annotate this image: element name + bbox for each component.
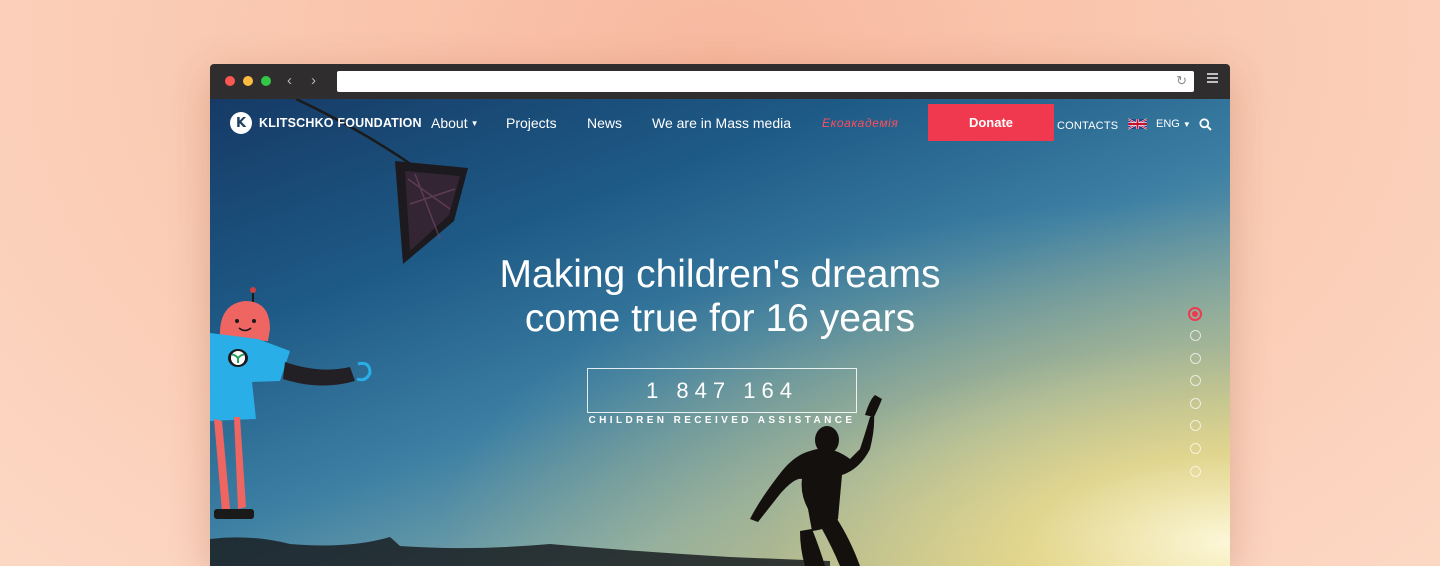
slide-dot-2[interactable] — [1189, 330, 1201, 341]
logo[interactable]: K KLITSCHKO FOUNDATION — [230, 112, 422, 134]
chevron-down-icon: ▼ — [1182, 119, 1191, 129]
nav-item-eco-academy[interactable]: Екоакадемія — [822, 116, 898, 130]
slide-dot-6[interactable] — [1189, 420, 1201, 432]
language-selector[interactable]: ENG ▼ — [1128, 118, 1191, 130]
back-icon[interactable]: ‹ — [287, 72, 292, 90]
logo-icon: K — [230, 112, 252, 134]
donate-label: Donate — [968, 115, 1014, 130]
contacts-link[interactable]: CONTACTS — [1057, 120, 1118, 132]
nav-item-about[interactable]: About ▼ — [431, 115, 479, 132]
browser-toolbar: ‹ › ↻ — [210, 64, 1230, 99]
forward-icon[interactable]: › — [311, 72, 316, 90]
close-window-button[interactable] — [225, 76, 235, 86]
slide-dot-3[interactable] — [1189, 352, 1201, 364]
counter-value: 1 847 164 — [646, 377, 798, 403]
nav-item-projects[interactable]: Projects — [506, 115, 557, 131]
ground-silhouette — [210, 537, 830, 566]
menu-icon[interactable] — [1207, 73, 1218, 85]
search-icon[interactable] — [1199, 118, 1212, 131]
nav-item-news[interactable]: News — [587, 115, 622, 131]
slide-dot-4[interactable] — [1189, 375, 1201, 387]
slide-dot-7[interactable] — [1189, 442, 1201, 454]
logo-text: KLITSCHKO FOUNDATION — [259, 116, 422, 130]
maximize-window-button[interactable] — [261, 76, 271, 86]
headline-line-2: come true for 16 years — [524, 297, 916, 340]
nav-item-mass-media[interactable]: We are in Mass media — [652, 115, 791, 131]
headline-line-1: Making children's dreams — [499, 253, 941, 296]
flag-uk-icon — [1128, 118, 1147, 130]
assistance-counter: 1 847 164 — [587, 368, 857, 413]
chevron-down-icon: ▼ — [470, 119, 479, 128]
nav-item-label: About — [431, 115, 468, 131]
hero-headline: Making children's dreams come true for 1… — [420, 253, 1020, 341]
browser-window: ‹ › ↻ K KLITSCHKO FOUNDATION About ▼ Pro… — [210, 64, 1230, 566]
hero-section: K KLITSCHKO FOUNDATION About ▼ Projects N… — [210, 99, 1230, 566]
slide-dot-1[interactable] — [1188, 307, 1202, 321]
slide-dot-5[interactable] — [1189, 397, 1201, 409]
language-label: ENG — [1156, 118, 1180, 130]
robot-illustration — [210, 287, 372, 519]
minimize-window-button[interactable] — [243, 76, 253, 86]
slide-pagination — [1188, 307, 1202, 488]
site-navigation: K KLITSCHKO FOUNDATION About ▼ Projects N… — [210, 99, 1230, 149]
donate-button[interactable]: Donate — [928, 104, 1054, 141]
address-bar[interactable]: ↻ — [337, 71, 1194, 92]
counter-label: CHILDREN RECEIVED ASSISTANCE — [588, 415, 856, 426]
slide-dot-8[interactable] — [1189, 465, 1201, 477]
reload-icon[interactable]: ↻ — [1176, 73, 1187, 89]
